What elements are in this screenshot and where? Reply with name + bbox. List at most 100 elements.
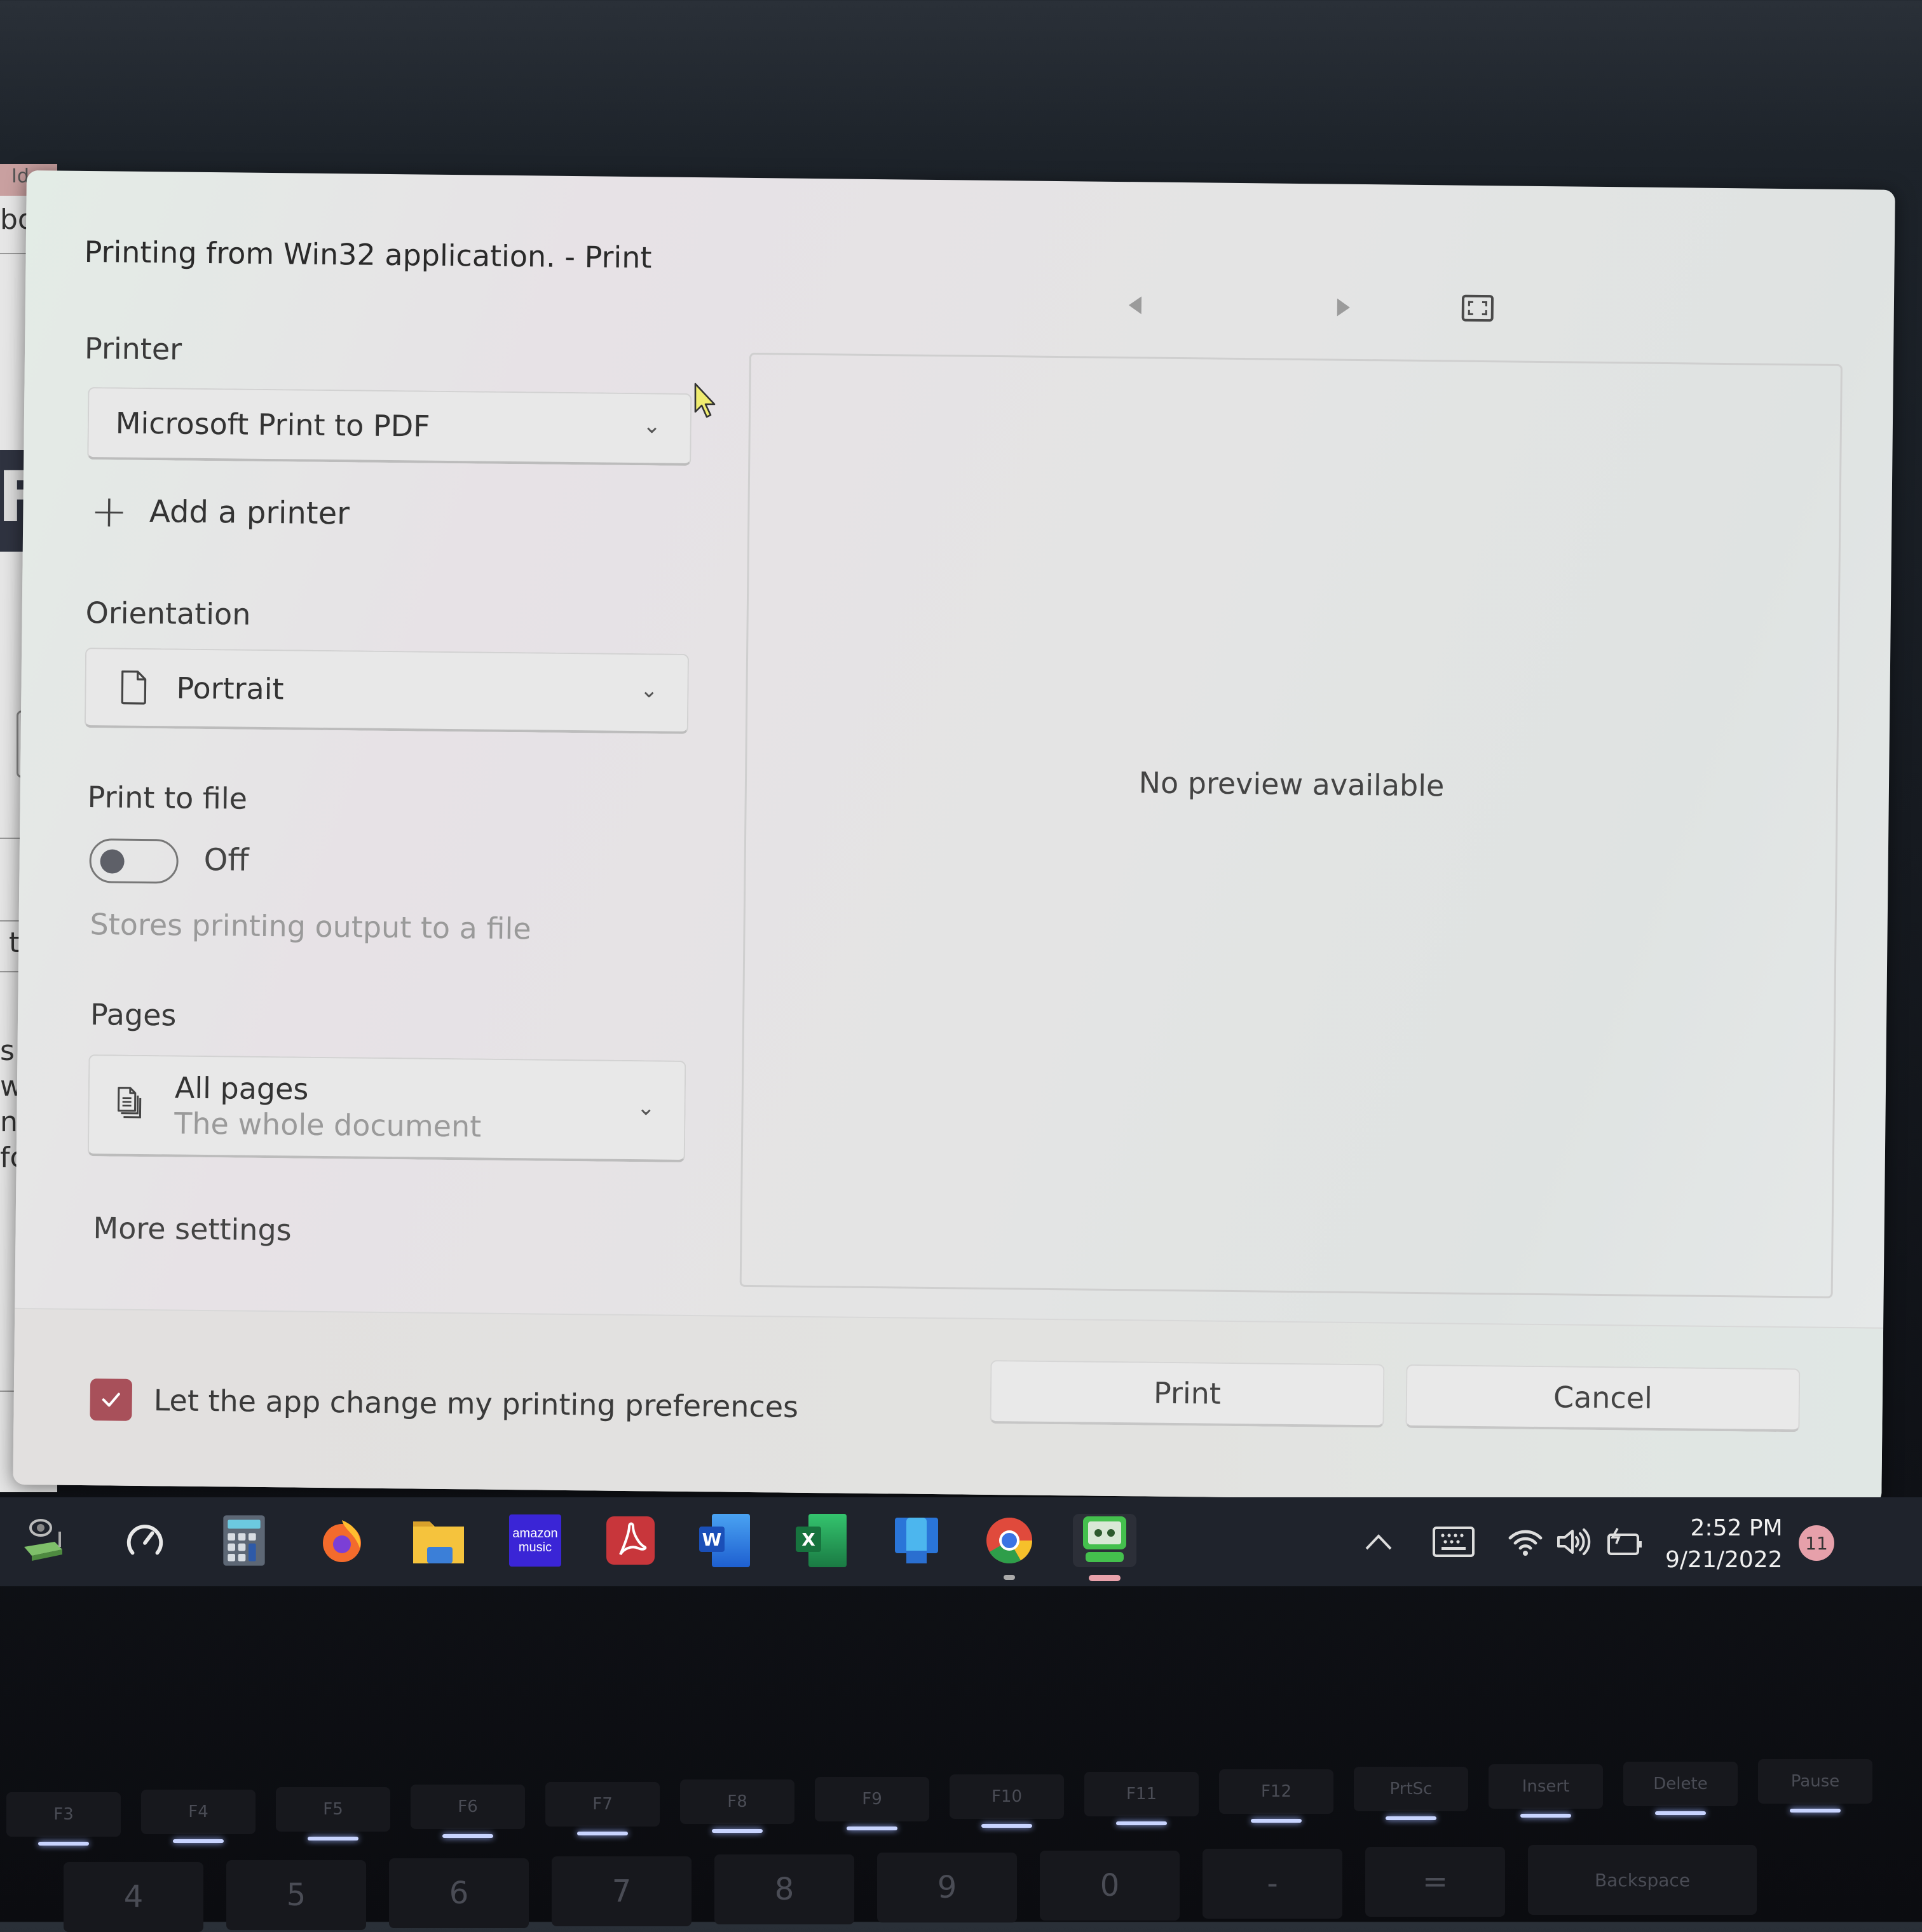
taskbar-app-network-monitor[interactable]	[19, 1514, 72, 1567]
app-preferences-label: Let the app change my printing preferenc…	[153, 1383, 799, 1424]
robot-icon	[1083, 1516, 1126, 1562]
taskbar-clock[interactable]: 2:52 PM 9/21/2022	[1665, 1513, 1783, 1576]
active-indicator	[1089, 1575, 1121, 1581]
keyboard-key: PrtSc	[1354, 1767, 1468, 1811]
printer-select[interactable]: Microsoft Print to PDF ⌄	[87, 387, 692, 466]
keyboard-backlight	[981, 1824, 1032, 1828]
taskbar: amazon music W X 2:52 PM 9/21/2022 11	[0, 1497, 1922, 1586]
keyboard-key: =	[1365, 1847, 1505, 1917]
taskbar-app-roboform[interactable]	[1073, 1514, 1136, 1581]
pages-select[interactable]: All pages The whole document ⌄	[87, 1054, 686, 1162]
taskbar-app-excel[interactable]: X	[796, 1514, 849, 1567]
plus-icon: +	[90, 485, 128, 538]
toggle-knob	[100, 849, 125, 874]
no-preview-message: No preview available	[1138, 765, 1445, 803]
battery-button[interactable]	[1604, 1516, 1646, 1567]
keyboard-key: 9	[877, 1853, 1017, 1922]
taskbar-app-firefox[interactable]	[315, 1514, 369, 1567]
keyboard-key: 5	[226, 1860, 366, 1930]
speedometer-icon	[126, 1525, 163, 1555]
clock-time: 2:52 PM	[1690, 1515, 1783, 1541]
wifi-button[interactable]	[1506, 1516, 1544, 1567]
print-to-file-hint: Stores printing output to a file	[90, 907, 531, 946]
firefox-icon	[323, 1520, 361, 1562]
print-to-file-state: Off	[203, 841, 249, 878]
taskbar-app-speedtest[interactable]	[118, 1514, 172, 1567]
keyboard-key: F7	[545, 1782, 660, 1827]
keyboard-key: 0	[1040, 1851, 1180, 1921]
keyboard-backlight	[38, 1842, 89, 1846]
next-page-button[interactable]	[1337, 298, 1351, 316]
keyboard-key: 7	[552, 1856, 692, 1926]
notification-badge[interactable]: 11	[1799, 1525, 1834, 1561]
running-indicator	[1004, 1575, 1015, 1580]
checkmark-icon	[102, 1392, 120, 1407]
keyboard-backlight	[308, 1837, 358, 1840]
battery-charging-icon	[1607, 1528, 1642, 1555]
taskbar-app-acrobat[interactable]	[604, 1514, 657, 1567]
keyboard-key: F11	[1084, 1772, 1199, 1816]
add-printer-button[interactable]: + Add a printer	[90, 485, 350, 538]
volume-button[interactable]	[1555, 1516, 1593, 1567]
fit-to-screen-button[interactable]	[1461, 294, 1494, 322]
add-printer-label: Add a printer	[149, 494, 350, 532]
tray-overflow-button[interactable]	[1363, 1516, 1394, 1567]
router-eye-icon	[24, 1519, 62, 1561]
calculator-icon	[223, 1515, 265, 1566]
keyboard-backlight	[1386, 1816, 1436, 1820]
keyboard-key: F12	[1219, 1769, 1333, 1814]
taskbar-app-word[interactable]: W	[699, 1514, 753, 1567]
taskbar-app-chrome[interactable]	[983, 1514, 1036, 1580]
keyboard-key: Backspace	[1528, 1845, 1757, 1915]
dialog-title: Printing from Win32 application. - Print	[84, 234, 652, 275]
orientation-selected-value: Portrait	[176, 670, 284, 707]
orientation-label: Orientation	[85, 595, 251, 632]
keyboard-key: F8	[680, 1779, 794, 1824]
cancel-button[interactable]: Cancel	[1405, 1364, 1801, 1432]
chevron-down-icon: ⌄	[643, 413, 662, 439]
keyboard-backlight	[847, 1827, 897, 1830]
pages-label: Pages	[90, 997, 177, 1033]
keyboard-key: Pause	[1758, 1759, 1872, 1804]
keyboard-key: F4	[141, 1790, 256, 1834]
orientation-select[interactable]: Portrait ⌄	[84, 648, 690, 734]
dialog-footer: Let the app change my printing preferenc…	[13, 1307, 1884, 1504]
keyboard-key: 8	[714, 1854, 854, 1924]
keyboard-backlight	[1790, 1809, 1841, 1813]
print-preview-pane: No preview available	[739, 352, 1843, 1298]
app-preferences-checkbox-row[interactable]: Let the app change my printing preferenc…	[90, 1378, 798, 1428]
more-settings-link[interactable]: More settings	[93, 1211, 292, 1247]
chevron-down-icon: ⌄	[636, 1095, 655, 1121]
folder-icon	[413, 1521, 464, 1563]
chevron-down-icon: ⌄	[639, 677, 658, 704]
wifi-icon	[1508, 1530, 1543, 1556]
multi-page-icon	[114, 1086, 149, 1125]
keyboard-key: F3	[6, 1792, 121, 1837]
previous-page-button[interactable]	[1128, 296, 1142, 315]
app-preferences-checkbox[interactable]	[90, 1378, 133, 1421]
keyboard-key: F10	[950, 1774, 1064, 1819]
print-button[interactable]: Print	[990, 1359, 1385, 1428]
amazon-music-icon: amazon music	[509, 1514, 561, 1567]
pages-selected-value: All pages	[174, 1070, 309, 1106]
page-icon	[116, 669, 151, 707]
laptop-keyboard: F3 F4 F5 F6 F7 F8 F9 F10 F11 F12 PrtSc Insert Delete…	[0, 1759, 1922, 1932]
clock-date: 9/21/2022	[1665, 1547, 1783, 1573]
pages-selected-description: The whole document	[174, 1106, 482, 1144]
touch-keyboard-button[interactable]	[1431, 1516, 1476, 1567]
taskbar-app-phone-link[interactable]	[890, 1514, 943, 1567]
printer-label: Printer	[84, 330, 182, 367]
taskbar-app-file-explorer[interactable]	[412, 1514, 465, 1567]
print-to-file-label: Print to file	[87, 780, 248, 816]
touch-keyboard-icon	[1433, 1527, 1475, 1557]
printer-selected-value: Microsoft Print to PDF	[115, 405, 430, 444]
taskbar-app-amazon-music[interactable]: amazon music	[508, 1514, 562, 1567]
keyboard-backlight	[577, 1832, 628, 1835]
keyboard-backlight	[1251, 1819, 1302, 1823]
keyboard-key: F6	[411, 1785, 525, 1829]
excel-icon: X	[796, 1514, 849, 1567]
print-to-file-toggle[interactable]	[89, 838, 179, 884]
mouse-cursor-icon	[694, 383, 716, 418]
chrome-icon	[986, 1518, 1032, 1564]
taskbar-app-calculator[interactable]	[217, 1514, 271, 1567]
